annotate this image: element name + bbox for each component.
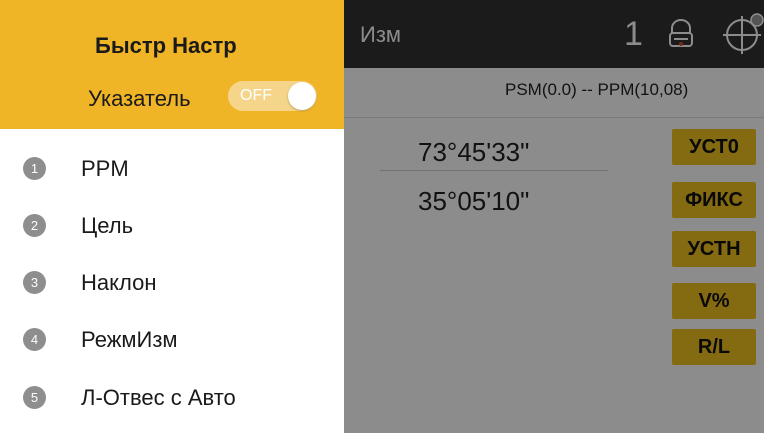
menu-item-label: РежмИзм <box>81 327 178 352</box>
number-badge: 3 <box>23 271 46 294</box>
number-badge: 4 <box>23 328 46 351</box>
menu-item-ppm[interactable]: 1 PPM <box>0 142 344 196</box>
menu-item-label: Цель <box>81 213 134 238</box>
toggle-knob <box>288 82 316 110</box>
menu-item-measure-mode[interactable]: 4 РежмИзм <box>0 313 344 367</box>
drawer-header: Быстр Настр Указатель OFF <box>0 0 344 129</box>
pointer-toggle[interactable]: OFF <box>228 81 317 111</box>
number-badge: 5 <box>23 386 46 409</box>
toggle-state-label: OFF <box>240 87 272 104</box>
menu-item-laser-plummet[interactable]: 5 Л-Отвес с Авто <box>0 371 344 425</box>
quick-settings-drawer: Быстр Настр Указатель OFF 1 PPM 2 Цель 3… <box>0 0 344 433</box>
menu-item-label: Наклон <box>81 270 157 295</box>
menu-item-target[interactable]: 2 Цель <box>0 199 344 253</box>
number-badge: 1 <box>23 157 46 180</box>
drawer-title: Быстр Настр <box>95 33 237 58</box>
menu-item-label: Л-Отвес с Авто <box>81 385 236 410</box>
menu-item-label: PPM <box>81 156 129 181</box>
menu-item-tilt[interactable]: 3 Наклон <box>0 256 344 310</box>
pointer-label: Указатель <box>88 86 191 111</box>
number-badge: 2 <box>23 214 46 237</box>
